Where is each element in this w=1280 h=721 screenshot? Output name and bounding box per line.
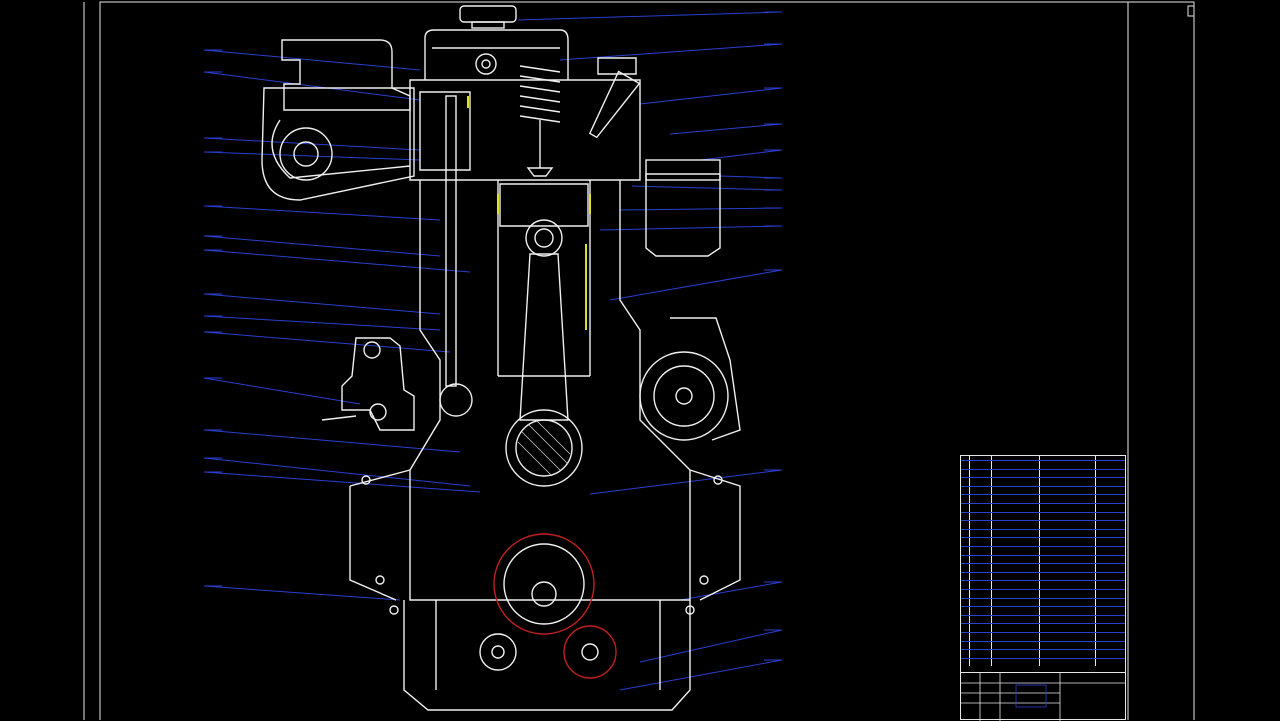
intake-manifold — [281, 39, 411, 111]
leader-line — [559, 43, 783, 61]
crankshaft-counterweight — [493, 533, 595, 635]
leader-line — [203, 471, 481, 493]
table-row-line — [961, 477, 1125, 479]
table-row-line — [961, 503, 1125, 504]
leader-line — [203, 205, 441, 221]
engine-block — [261, 5, 741, 711]
piston-rings — [467, 96, 591, 330]
table-row-line — [961, 520, 1125, 522]
leader-line — [203, 377, 361, 405]
table-row-line — [961, 494, 1125, 496]
corner-mark — [1187, 5, 1195, 17]
leader-line — [619, 659, 783, 691]
leader-line — [609, 269, 783, 301]
table-row-line — [961, 546, 1125, 547]
table-row-line — [961, 657, 1125, 659]
cylinder-head — [409, 79, 641, 181]
table-row-line — [961, 554, 1125, 556]
leader-line — [203, 293, 441, 315]
sheet-outer-border — [1127, 1, 1195, 720]
oil-pan — [403, 600, 691, 711]
table-row-line — [961, 580, 1125, 582]
table-row-line — [961, 632, 1125, 633]
crank-pin-hatching — [517, 419, 571, 477]
leader-line — [203, 429, 461, 453]
title-block — [960, 672, 1126, 721]
leader-line — [699, 149, 783, 161]
table-row-line — [961, 468, 1125, 470]
cylinder-block — [409, 180, 691, 601]
table-row-line — [961, 614, 1125, 616]
valve-cover — [424, 29, 569, 80]
oil-pump-gear — [479, 633, 517, 671]
leader-line — [203, 49, 421, 71]
leader-line — [203, 71, 421, 101]
leader-line — [639, 87, 783, 105]
table-row-line — [961, 623, 1125, 625]
leader-line — [517, 11, 783, 21]
table-column-line — [969, 456, 970, 666]
fuel-injector — [597, 57, 637, 75]
table-column-line — [1095, 456, 1096, 666]
leader-line — [203, 331, 451, 353]
leader-line — [203, 249, 471, 273]
leader-lines-left — [203, 49, 481, 601]
leader-line — [639, 629, 783, 663]
table-row-line — [961, 597, 1125, 599]
leader-line — [203, 151, 421, 161]
crankcase — [349, 469, 741, 601]
leader-lines-right — [517, 11, 783, 691]
exhaust-port — [271, 119, 411, 179]
table-row-line — [961, 511, 1125, 513]
leader-line — [619, 207, 783, 211]
leader-line — [589, 469, 783, 495]
leader-line — [599, 225, 783, 231]
connecting-rod — [519, 253, 569, 421]
table-row-line — [961, 640, 1125, 642]
oil-filler-cap — [459, 5, 517, 23]
table-row-line — [961, 528, 1125, 530]
leader-line — [203, 585, 401, 601]
table-column-line — [991, 456, 992, 666]
table-row-line — [961, 606, 1125, 608]
table-row-line — [961, 563, 1125, 565]
table-row-line — [961, 485, 1125, 487]
valve-spring — [519, 65, 561, 123]
table-row-line — [961, 589, 1125, 590]
table-row-line — [961, 537, 1125, 539]
pushrod — [445, 95, 457, 387]
crank-pin — [505, 409, 583, 487]
leader-line — [203, 315, 441, 331]
table-column-line — [1039, 456, 1040, 666]
table-row-line — [961, 460, 1125, 461]
table-row-line — [961, 571, 1125, 573]
oil-pump-gear-driven — [563, 625, 617, 679]
table-row-line — [961, 649, 1125, 651]
leader-line — [669, 123, 783, 135]
leader-line — [631, 185, 783, 191]
alternator — [639, 351, 729, 441]
